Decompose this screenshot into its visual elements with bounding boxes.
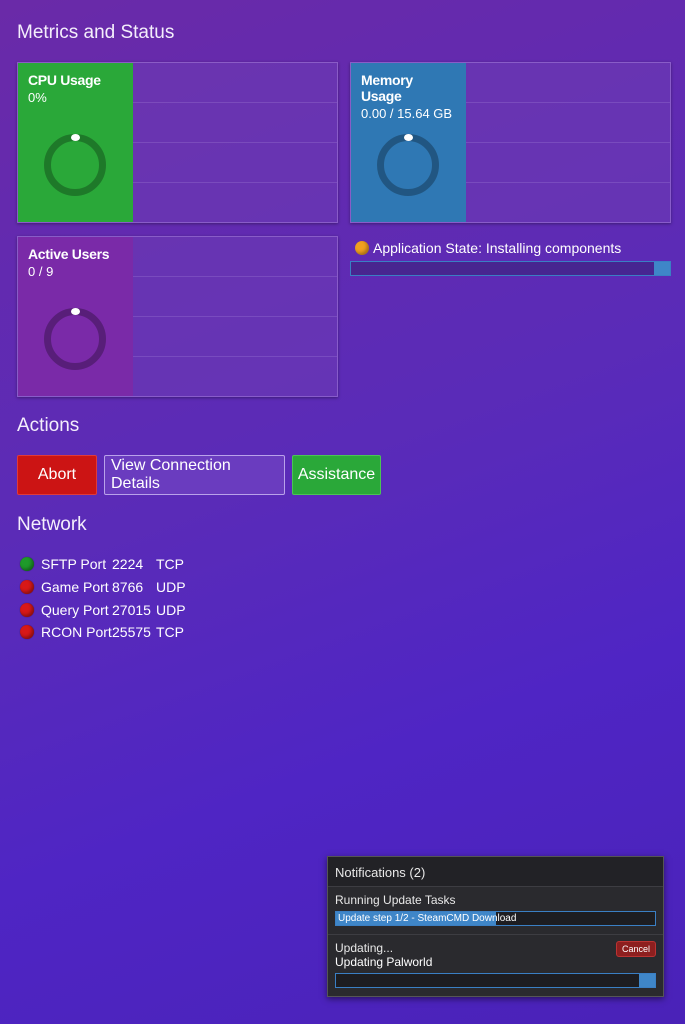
- notification-updating: Updating... Updating Palworld Cancel: [328, 935, 663, 994]
- notifications-header[interactable]: Notifications (2): [328, 857, 663, 887]
- cancel-button[interactable]: Cancel: [615, 941, 656, 957]
- cpu-usage-tile: CPU Usage 0%: [18, 63, 133, 222]
- port-protocol: TCP: [156, 624, 184, 640]
- port-name: RCON Port: [41, 624, 112, 640]
- application-state-indicator-icon: [355, 241, 369, 255]
- port-number: 2224: [112, 556, 144, 572]
- status-led-icon: [20, 557, 34, 571]
- port-protocol: UDP: [156, 602, 186, 618]
- application-state-label: Application State: Installing components: [373, 240, 622, 256]
- cpu-usage-gauge: [44, 134, 106, 196]
- notification-title: Running Update Tasks: [335, 893, 456, 907]
- gauge-indicator: [403, 134, 413, 141]
- notification-progress: Update step 1/2 - SteamCMD Download: [335, 911, 656, 926]
- active-users-title: Active Users: [28, 246, 110, 262]
- notification-progress-fill: [639, 974, 655, 987]
- active-users-card: Active Users 0 / 9: [17, 236, 338, 397]
- memory-usage-value: 0.00 / 15.64 GB: [361, 106, 453, 121]
- port-protocol: UDP: [156, 579, 186, 595]
- active-users-graph: [133, 237, 337, 396]
- network-row-rcon: RCON Port 25575 TCP: [20, 622, 184, 642]
- network-section-title: Network: [17, 514, 87, 535]
- abort-button[interactable]: Abort: [17, 455, 97, 495]
- memory-usage-tile: Memory Usage 0.00 / 15.64 GB: [351, 63, 466, 222]
- gauge-indicator: [70, 308, 80, 315]
- port-number: 25575: [112, 624, 151, 640]
- active-users-value: 0 / 9: [28, 264, 54, 279]
- network-row-sftp: SFTP Port 2224 TCP: [20, 554, 184, 574]
- status-led-icon: [20, 625, 34, 639]
- port-protocol: TCP: [156, 556, 184, 572]
- cpu-usage-value: 0%: [28, 90, 47, 105]
- application-state-progress: [350, 261, 671, 276]
- port-number: 27015: [112, 602, 151, 618]
- port-name: Game Port: [41, 579, 109, 595]
- active-users-tile: Active Users 0 / 9: [18, 237, 133, 396]
- actions-section-title: Actions: [17, 415, 80, 436]
- network-row-game: Game Port 8766 UDP: [20, 577, 186, 597]
- port-name: Query Port: [41, 602, 109, 618]
- port-number: 8766: [112, 579, 144, 595]
- notification-update-tasks: Running Update Tasks Update step 1/2 - S…: [328, 887, 663, 935]
- application-state: Application State: Installing components: [355, 240, 621, 256]
- notification-subtitle: Updating Palworld: [335, 955, 433, 969]
- notifications-panel: Notifications (2) Running Update Tasks U…: [327, 856, 664, 997]
- memory-usage-gauge: [377, 134, 439, 196]
- memory-usage-card: Memory Usage 0.00 / 15.64 GB: [350, 62, 671, 223]
- status-led-icon: [20, 580, 34, 594]
- cpu-usage-graph: [133, 63, 337, 222]
- memory-usage-graph: [466, 63, 670, 222]
- notification-progress-label: Update step 1/2 - SteamCMD Download: [338, 913, 517, 924]
- notification-progress: [335, 973, 656, 988]
- gauge-indicator: [70, 134, 80, 141]
- assistance-button[interactable]: Assistance: [292, 455, 381, 495]
- metrics-section-title: Metrics and Status: [17, 22, 175, 43]
- cpu-usage-card: CPU Usage 0%: [17, 62, 338, 223]
- cpu-usage-title: CPU Usage: [28, 72, 101, 88]
- network-row-query: Query Port 27015 UDP: [20, 600, 186, 620]
- status-led-icon: [20, 603, 34, 617]
- memory-usage-title: Memory Usage: [361, 72, 413, 104]
- active-users-gauge: [44, 308, 106, 370]
- application-state-progress-fill: [654, 262, 670, 275]
- port-name: SFTP Port: [41, 556, 107, 572]
- view-connection-details-button[interactable]: View Connection Details: [104, 455, 285, 495]
- notification-title: Updating...: [335, 941, 394, 955]
